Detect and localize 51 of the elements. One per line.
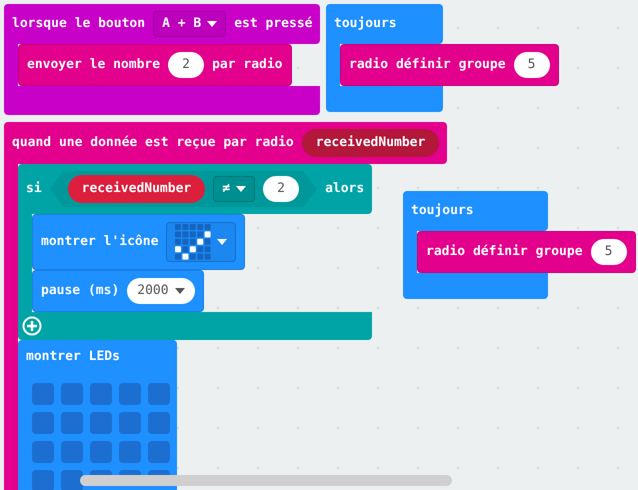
- block-label: toujours: [334, 15, 397, 34]
- caret-icon: [236, 186, 246, 192]
- number-field[interactable]: 5: [514, 52, 550, 78]
- operator-dropdown[interactable]: ≠: [213, 176, 256, 202]
- led-toggle[interactable]: [61, 412, 83, 434]
- led-toggle[interactable]: [61, 470, 83, 490]
- led-toggle[interactable]: [148, 470, 170, 474]
- variable-block[interactable]: receivedNumber: [68, 175, 206, 203]
- block-label: lorsque le bouton: [12, 15, 146, 34]
- number-field[interactable]: 5: [590, 239, 627, 265]
- led-toggle[interactable]: [90, 382, 112, 404]
- button-dropdown[interactable]: A + B: [153, 11, 226, 37]
- add-icon[interactable]: [22, 316, 42, 336]
- led-toggle[interactable]: [90, 412, 112, 434]
- led-toggle[interactable]: [32, 470, 54, 490]
- led-toggle[interactable]: [61, 382, 83, 404]
- led-toggle[interactable]: [119, 470, 141, 474]
- led-toggle[interactable]: [32, 412, 54, 434]
- number-dropdown[interactable]: 2000: [127, 278, 195, 304]
- block-label: pause (ms): [41, 282, 120, 300]
- led-toggle[interactable]: [32, 440, 54, 462]
- number-field[interactable]: 2: [168, 52, 204, 78]
- block-label: alors: [325, 180, 364, 198]
- led-toggle[interactable]: [119, 382, 141, 404]
- caret-icon: [174, 288, 185, 294]
- block-label: radio définir groupe: [426, 243, 583, 262]
- icon-dropdown[interactable]: [166, 222, 236, 262]
- block-label: radio définir groupe: [349, 56, 506, 74]
- caret-icon: [217, 239, 228, 245]
- led-toggle[interactable]: [61, 440, 83, 462]
- block-label: montrer l'icône: [41, 233, 158, 252]
- block-label: si: [26, 180, 42, 198]
- number-field[interactable]: 2: [263, 176, 300, 202]
- block-label: envoyer le nombre: [27, 56, 160, 74]
- led-toggle[interactable]: [32, 382, 54, 404]
- caret-icon: [207, 21, 218, 27]
- variable-block[interactable]: receivedNumber: [302, 129, 440, 157]
- block-label: est pressé: [234, 15, 312, 34]
- led-toggle[interactable]: [148, 412, 170, 434]
- led-toggle[interactable]: [119, 440, 141, 462]
- led-toggle[interactable]: [90, 470, 112, 474]
- led-toggle[interactable]: [119, 412, 141, 434]
- scrollbar[interactable]: [80, 475, 452, 486]
- led-pattern-icon: [175, 224, 212, 260]
- block-label: montrer LEDs: [26, 349, 120, 364]
- block-label: quand une donnée est reçue par radio: [12, 134, 294, 152]
- led-toggle[interactable]: [90, 440, 112, 462]
- block-label: toujours: [411, 202, 474, 220]
- led-toggle[interactable]: [148, 382, 170, 404]
- block-label: par radio: [212, 56, 283, 74]
- led-toggle[interactable]: [148, 440, 170, 462]
